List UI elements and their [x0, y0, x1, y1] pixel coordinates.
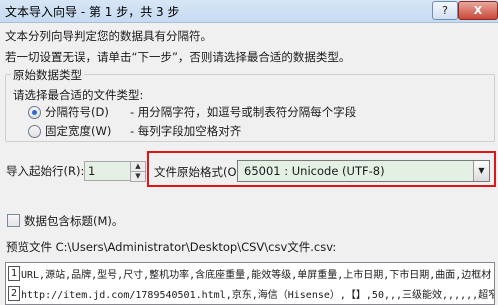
preview-pane[interactable]: 1 URL,源站,品牌,型号,尺寸,整机功率,含底座重量,能效等级,单屏重量,上… — [5, 262, 495, 305]
file-origin-label: 文件原始格式(O): — [154, 165, 245, 179]
preview-line-number: 2 — [8, 286, 20, 301]
file-origin-value: 65001 : Unicode (UTF-8) — [244, 164, 385, 178]
start-row-input[interactable]: 1 — [84, 161, 131, 181]
delimited-radio-desc: - 用分隔字符，如逗号或制表符分隔每个字段 — [130, 105, 357, 119]
fixed-width-radio[interactable] — [28, 125, 41, 138]
delimited-radio[interactable] — [28, 106, 41, 119]
delimited-radio-label[interactable]: 分隔符号(D) — [45, 104, 109, 120]
preview-line-number: 1 — [8, 266, 20, 281]
start-row-value: 1 — [88, 164, 96, 178]
help-button[interactable]: ? — [432, 1, 458, 20]
preview-line: http://item.jd.com/1789540501.html,京东,海信… — [21, 290, 495, 301]
dropdown-arrow-icon[interactable]: ▼ — [473, 161, 489, 181]
preview-label: 预览文件 C:\Users\Administrator\Desktop\CSV\… — [6, 240, 337, 254]
window-title: 文本导入向导 - 第 1 步，共 3 步 — [5, 5, 180, 19]
start-row-label: 导入起始行(R): — [6, 164, 85, 178]
preview-line: URL,源站,品牌,型号,尺寸,整机功率,含底座重量,能效等级,单屏重量,上市日… — [21, 270, 492, 281]
title-bar: 文本导入向导 - 第 1 步，共 3 步 ? X — [0, 0, 498, 23]
group-legend: 原始数据类型 — [11, 67, 84, 83]
intro-text-line1: 文本分列向导判定您的数据具有分隔符。 — [5, 29, 212, 43]
intro-text-line2: 若一切设置无误，请单击“下一步”，否则请选择最合适的数据类型。 — [5, 50, 351, 64]
header-checkbox[interactable] — [7, 214, 20, 227]
header-checkbox-label[interactable]: 数据包含标题(M)。 — [24, 213, 123, 229]
file-origin-dropdown[interactable]: 65001 : Unicode (UTF-8) ▼ — [237, 160, 490, 182]
fixed-width-radio-desc: - 每列字段加空格对齐 — [130, 124, 242, 138]
fixed-width-radio-label[interactable]: 固定宽度(W) — [45, 123, 111, 139]
file-type-prompt: 请选择最合适的文件类型: — [13, 88, 144, 102]
spin-down-button[interactable]: ▼ — [130, 171, 146, 182]
close-button[interactable]: X — [458, 1, 498, 20]
